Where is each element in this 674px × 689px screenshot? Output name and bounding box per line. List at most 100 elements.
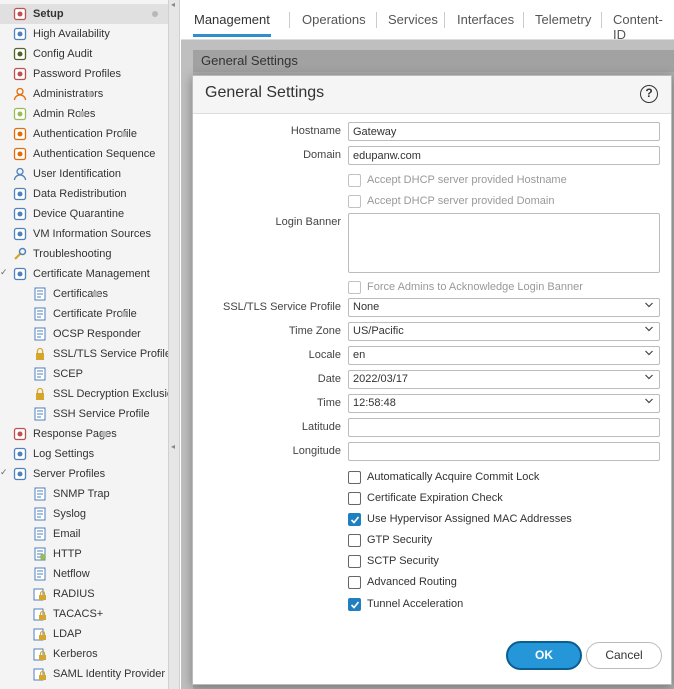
sidebar-item-data-redistribution[interactable]: Data Redistribution [0, 184, 127, 204]
sidebar-item-label: Certificates [53, 288, 109, 300]
tab-management[interactable]: Management [194, 12, 270, 27]
tab-separator [289, 12, 290, 28]
tab-interfaces[interactable]: Interfaces [457, 12, 514, 27]
ssl-tls-profile-label: SSL/TLS Service Profile [223, 301, 341, 313]
collapse-handle-icon[interactable]: ◂ [171, 0, 175, 9]
folder-lock-icon [33, 608, 46, 621]
accept-dhcp-domain-checkbox[interactable]: Accept DHCP server provided Domain [348, 193, 554, 209]
checkbox-label: GTP Security [367, 534, 433, 546]
sidebar-item-authentication-sequence[interactable]: Authentication Sequence [0, 144, 155, 164]
select-value: 2022/03/17 [353, 373, 409, 385]
wrench-icon [14, 247, 27, 260]
certificate-expiration-check-checkbox[interactable]: Certificate Expiration Check [348, 490, 503, 506]
sidebar-item-snmp-trap[interactable]: SNMP Trap [0, 484, 110, 504]
date-select[interactable]: 2022/03/17 [348, 370, 660, 389]
setup-icon [13, 7, 27, 21]
status-dot-icon [152, 11, 158, 17]
sidebar-item-setup[interactable]: Setup [0, 4, 168, 24]
sidebar-item-user-identification[interactable]: User Identification [0, 164, 121, 184]
sidebar-item-troubleshooting[interactable]: Troubleshooting [0, 244, 111, 264]
tab-operations[interactable]: Operations [302, 12, 366, 27]
sidebar-item-device-quarantine[interactable]: Device Quarantine [0, 204, 124, 224]
sidebar-item-administrators[interactable]: Administrators [0, 84, 103, 104]
sidebar-item-tacacs-[interactable]: TACACS+ [0, 604, 103, 624]
use-hypervisor-assigned-mac-addresses-checkbox[interactable]: Use Hypervisor Assigned MAC Addresses [348, 511, 572, 527]
expand-toggle-icon[interactable]: ✓ [0, 467, 8, 478]
longitude-input[interactable] [348, 442, 660, 461]
advanced-routing-checkbox[interactable]: Advanced Routing [348, 574, 457, 590]
sidebar-item-syslog[interactable]: Syslog [0, 504, 86, 524]
tab-telemetry[interactable]: Telemetry [535, 12, 591, 27]
sidebar-item-saml-identity-provider[interactable]: SAML Identity Provider [0, 664, 165, 684]
sidebar-item-vm-information-sources[interactable]: VM Information Sources [0, 224, 151, 244]
checkbox-box[interactable] [348, 194, 361, 208]
auth-profile-icon [13, 127, 27, 141]
ssl-tls-profile-select[interactable]: None [348, 298, 660, 317]
checkbox-box[interactable] [348, 173, 361, 187]
sidebar-item-label: Log Settings [33, 448, 95, 460]
active-tab-indicator [193, 34, 271, 37]
tab-services[interactable]: Services [388, 12, 438, 27]
sidebar-item-ldap[interactable]: LDAP [0, 624, 82, 644]
ok-button[interactable]: OK [506, 641, 582, 670]
gtp-security-checkbox[interactable]: GTP Security [348, 532, 432, 548]
checkbox-label: Automatically Acquire Commit Lock [367, 471, 540, 483]
sidebar-item-high-availability[interactable]: High Availability [0, 24, 110, 44]
checkbox-box[interactable] [348, 597, 361, 611]
automatically-acquire-commit-lock-checkbox[interactable]: Automatically Acquire Commit Lock [348, 469, 539, 485]
login-banner-textarea[interactable] [348, 213, 660, 273]
status-dot-icon [92, 291, 99, 297]
hostname-input[interactable] [348, 122, 660, 141]
checkbox-box[interactable] [348, 554, 361, 568]
sidebar-item-label: Authentication Sequence [33, 148, 156, 160]
sidebar-item-netflow[interactable]: Netflow [0, 564, 90, 584]
sidebar-item-server-profiles[interactable]: ✓ Server Profiles [0, 464, 105, 484]
sidebar-item-kerberos[interactable]: Kerberos [0, 644, 98, 664]
sidebar-item-scep[interactable]: SCEP [0, 364, 83, 384]
tab-content-id[interactable]: Content-ID [613, 12, 674, 42]
sidebar-item-label: SSL Decryption Exclusion [53, 388, 168, 400]
sidebar-item-ssl-decryption-exclusion[interactable]: SSL Decryption Exclusion [0, 384, 168, 404]
sidebar-item-label: Kerberos [53, 648, 98, 660]
expand-toggle-icon[interactable]: ✓ [0, 267, 8, 278]
sidebar-item-admin-roles[interactable]: Admin Roles [0, 104, 95, 124]
sidebar-item-config-audit[interactable]: Config Audit [0, 44, 92, 64]
sidebar-item-certificate-profile[interactable]: Certificate Profile [0, 304, 137, 324]
sidebar-item-radius[interactable]: RADIUS [0, 584, 95, 604]
accept-dhcp-hostname-checkbox[interactable]: Accept DHCP server provided Hostname [348, 172, 567, 188]
sidebar-item-log-settings[interactable]: Log Settings [0, 444, 94, 464]
checkbox-box[interactable] [348, 470, 361, 484]
sidebar-item-ssh-service-profile[interactable]: SSH Service Profile [0, 404, 150, 424]
force-admins-checkbox[interactable]: Force Admins to Acknowledge Login Banner [348, 279, 583, 295]
checkbox-box[interactable] [348, 575, 361, 589]
sidebar-item-label: SCEP [53, 368, 83, 380]
checkbox-box[interactable] [348, 491, 361, 505]
sidebar-item-certificates[interactable]: Certificates [0, 284, 108, 304]
collapse-arrow-icon[interactable]: ◂ [171, 442, 175, 451]
sidebar-item-authentication-profile[interactable]: Authentication Profile [0, 124, 137, 144]
locale-select[interactable]: en [348, 346, 660, 365]
document-icon [34, 287, 46, 301]
checkbox-label: Advanced Routing [367, 576, 457, 588]
cancel-button[interactable]: Cancel [586, 642, 662, 669]
sidebar-item-password-profiles[interactable]: Password Profiles [0, 64, 121, 84]
sidebar-item-certificate-management[interactable]: ✓ Certificate Management [0, 264, 150, 284]
tunnel-acceleration-checkbox[interactable]: Tunnel Acceleration [348, 596, 463, 612]
sidebar-item-http[interactable]: HTTP [0, 544, 82, 564]
checkbox-box[interactable] [348, 533, 361, 547]
sctp-security-checkbox[interactable]: SCTP Security [348, 553, 439, 569]
time-zone-select[interactable]: US/Pacific [348, 322, 660, 341]
latitude-input[interactable] [348, 418, 660, 437]
panel-splitter[interactable]: ◂ ◂ [168, 0, 180, 689]
checkbox-box[interactable] [348, 280, 361, 294]
checkbox-box[interactable] [348, 512, 361, 526]
sidebar-item-ssl-tls-service-profile[interactable]: SSL/TLS Service Profile [0, 344, 168, 364]
domain-input[interactable] [348, 146, 660, 165]
help-icon[interactable]: ? [640, 85, 658, 103]
auth-sequence-icon [13, 147, 27, 161]
sidebar-item-email[interactable]: Email [0, 524, 81, 544]
sidebar-item-label: Server Profiles [33, 468, 106, 480]
time-select[interactable]: 12:58:48 [348, 394, 660, 413]
sidebar-item-response-pages[interactable]: Response Pages [0, 424, 117, 444]
sidebar-item-ocsp-responder[interactable]: OCSP Responder [0, 324, 141, 344]
